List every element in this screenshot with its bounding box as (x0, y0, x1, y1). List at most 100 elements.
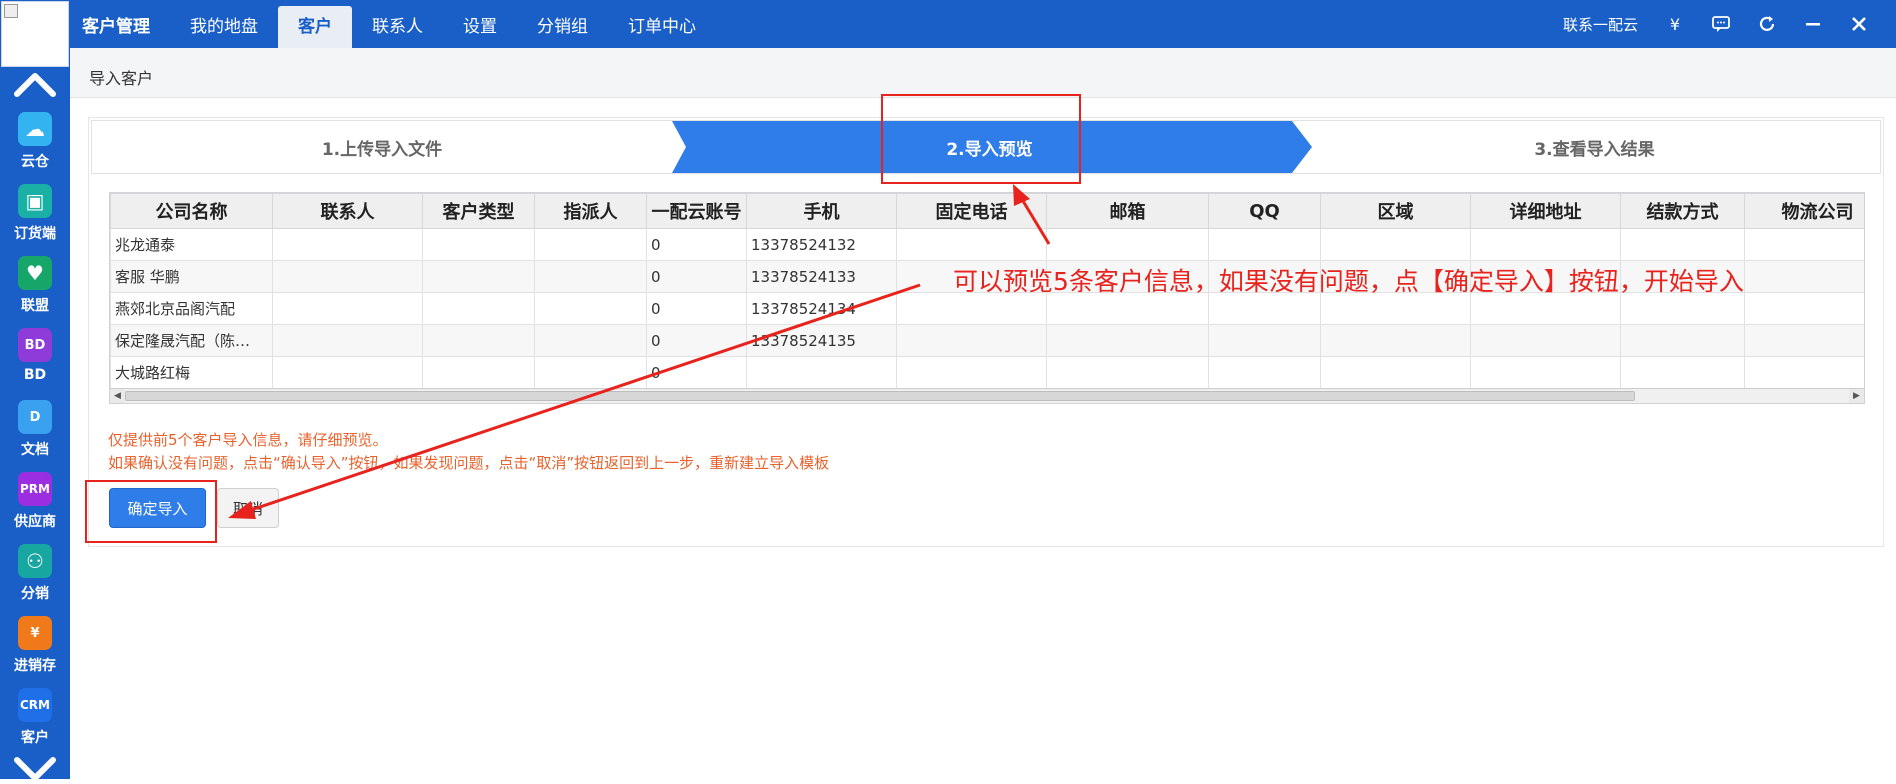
table-cell (1320, 324, 1471, 357)
column-header[interactable]: 客户类型 (422, 193, 535, 229)
column-header[interactable]: 区域 (1320, 193, 1471, 229)
document-icon: D (18, 400, 52, 434)
scroll-thumb[interactable] (125, 391, 1635, 401)
table-cell (1744, 228, 1864, 261)
table-cell (1744, 356, 1864, 389)
column-header[interactable]: 指派人 (534, 193, 647, 229)
column-header[interactable]: 邮箱 (1046, 193, 1209, 229)
table-cell (1320, 356, 1471, 389)
rail-item-1[interactable]: ▣ 订货端 (0, 184, 70, 256)
bd-icon: BD (18, 328, 52, 362)
chat-icon[interactable] (1712, 15, 1730, 33)
yen-icon[interactable]: ¥ (1666, 15, 1684, 34)
nav-tab-2[interactable]: 联系人 (352, 0, 443, 48)
step-upload: 1.上传导入文件 (321, 139, 443, 160)
cancel-button[interactable]: 取消 (217, 488, 279, 528)
inventory-yen-icon: ¥ (18, 616, 52, 650)
table-cell (746, 356, 897, 389)
table-cell: 13378524132 (746, 228, 897, 261)
column-header[interactable]: QQ (1208, 193, 1321, 229)
rail-item-8[interactable]: CRM 客户 (0, 688, 70, 760)
table-cell (534, 324, 647, 357)
table-cell (422, 260, 535, 293)
main-nav: 我的地盘 客户 联系人 设置 分销组 订单中心 (170, 0, 716, 48)
table-cell (1046, 356, 1209, 389)
column-header[interactable]: 固定电话 (896, 193, 1047, 229)
alliance-heart-icon: ♥ (18, 256, 52, 290)
table-cell: 13378524135 (746, 324, 897, 357)
top-bar: 客户管理 我的地盘 客户 联系人 设置 分销组 订单中心 联系一配云 ¥ (70, 0, 1896, 48)
table-cell (896, 228, 1047, 261)
broken-image-icon (4, 4, 18, 18)
top-right-tools: 联系一配云 ¥ (1563, 0, 1896, 48)
rail-item-label: 文档 (21, 442, 49, 458)
close-icon[interactable] (1850, 15, 1868, 33)
note-line-2: 如果确认没有问题，点击“确认导入”按钮，如果发现问题，点击“取消”按钮返回到上一… (108, 454, 830, 472)
crm-icon: CRM (18, 688, 52, 722)
nav-tab-5[interactable]: 订单中心 (608, 0, 716, 48)
prm-icon: PRM (18, 472, 52, 506)
contact-yipeiyun-link[interactable]: 联系一配云 (1563, 14, 1638, 35)
column-header[interactable]: 手机 (746, 193, 897, 229)
table-cell (534, 260, 647, 293)
rail-item-6[interactable]: ⚇ 分销 (0, 544, 70, 616)
table-cell (534, 228, 647, 261)
table-cell (1620, 324, 1745, 357)
rail-item-4[interactable]: D 文档 (0, 400, 70, 472)
column-header[interactable]: 结款方式 (1620, 193, 1745, 229)
table-cell: 13378524134 (746, 292, 897, 325)
table-cell (272, 356, 423, 389)
table-cell: 保定隆晟汽配（陈… (110, 324, 273, 357)
table-header-row: 公司名称 联系人 客户类型 指派人 一配云账号 手机 固定电话 邮箱 QQ 区域 详细地址 结款方式物… (110, 193, 1864, 229)
order-terminal-icon: ▣ (18, 184, 52, 218)
rail-item-label: 订货端 (14, 226, 56, 242)
app-title: 客户管理 (82, 17, 150, 37)
scroll-left-icon[interactable]: ◀ (110, 389, 125, 403)
rail-item-3[interactable]: BD BD (0, 328, 70, 400)
nav-tab-3[interactable]: 设置 (443, 0, 517, 48)
column-header[interactable]: 公司名称 (110, 193, 273, 229)
rail-item-2[interactable]: ♥ 联盟 (0, 256, 70, 328)
rail-item-5[interactable]: PRM 供应商 (0, 472, 70, 544)
table-cell (1620, 356, 1745, 389)
minimize-icon[interactable] (1804, 15, 1822, 33)
table-cell (1470, 356, 1621, 389)
table-cell (1208, 228, 1321, 261)
horizontal-scrollbar[interactable]: ◀ ▶ (110, 388, 1864, 403)
table-row[interactable]: 大城路红梅 0 (110, 356, 1864, 389)
rail-item-7[interactable]: ¥ 进销存 (0, 616, 70, 688)
rail-item-label: BD (23, 367, 47, 383)
column-header[interactable]: 物流公司 (1744, 193, 1864, 229)
column-header[interactable]: 详细地址 (1470, 193, 1621, 229)
table-cell (1744, 292, 1864, 325)
column-header[interactable]: 一配云账号 (646, 193, 747, 229)
nav-tab-0[interactable]: 我的地盘 (170, 0, 278, 48)
table-row[interactable]: 兆龙通泰 0 13378524132 (110, 228, 1864, 261)
step-result: 3.查看导入结果 (1534, 139, 1655, 160)
nav-tab-4[interactable]: 分销组 (517, 0, 608, 48)
breadcrumb-bar: 导入客户 (70, 48, 1896, 98)
rail-scroll-down-icon[interactable] (13, 756, 57, 784)
column-header[interactable]: 联系人 (272, 193, 423, 229)
table-cell (272, 292, 423, 325)
table-cell (1470, 228, 1621, 261)
distribution-icon: ⚇ (18, 544, 52, 578)
scroll-right-icon[interactable]: ▶ (1849, 389, 1864, 403)
rail-item-label: 分销 (21, 586, 49, 602)
nav-tab-1[interactable]: 客户 (278, 6, 352, 48)
table-cell: 0 (646, 356, 747, 389)
table-cell: 燕郊北京品阁汽配 (110, 292, 273, 325)
rail-item-0[interactable]: ☁ 云仓 (0, 112, 70, 184)
note-line-1: 仅提供前5个客户导入信息，请仔细预览。 (108, 431, 388, 449)
rail-item-label: 联盟 (21, 298, 49, 314)
table-cell (1208, 324, 1321, 357)
table-row[interactable]: 保定隆晟汽配（陈… 0 13378524135 (110, 324, 1864, 357)
table-cell: 兆龙通泰 (110, 228, 273, 261)
table-cell (272, 260, 423, 293)
table-cell (272, 228, 423, 261)
rail-scroll-up-icon[interactable] (13, 70, 57, 98)
annotation-text: 可以预览5条客户信息，如果没有问题，点【确定导入】按钮，开始导入 (953, 267, 1744, 296)
table-cell: 0 (646, 292, 747, 325)
table-cell (1744, 260, 1864, 293)
refresh-icon[interactable] (1758, 15, 1776, 33)
